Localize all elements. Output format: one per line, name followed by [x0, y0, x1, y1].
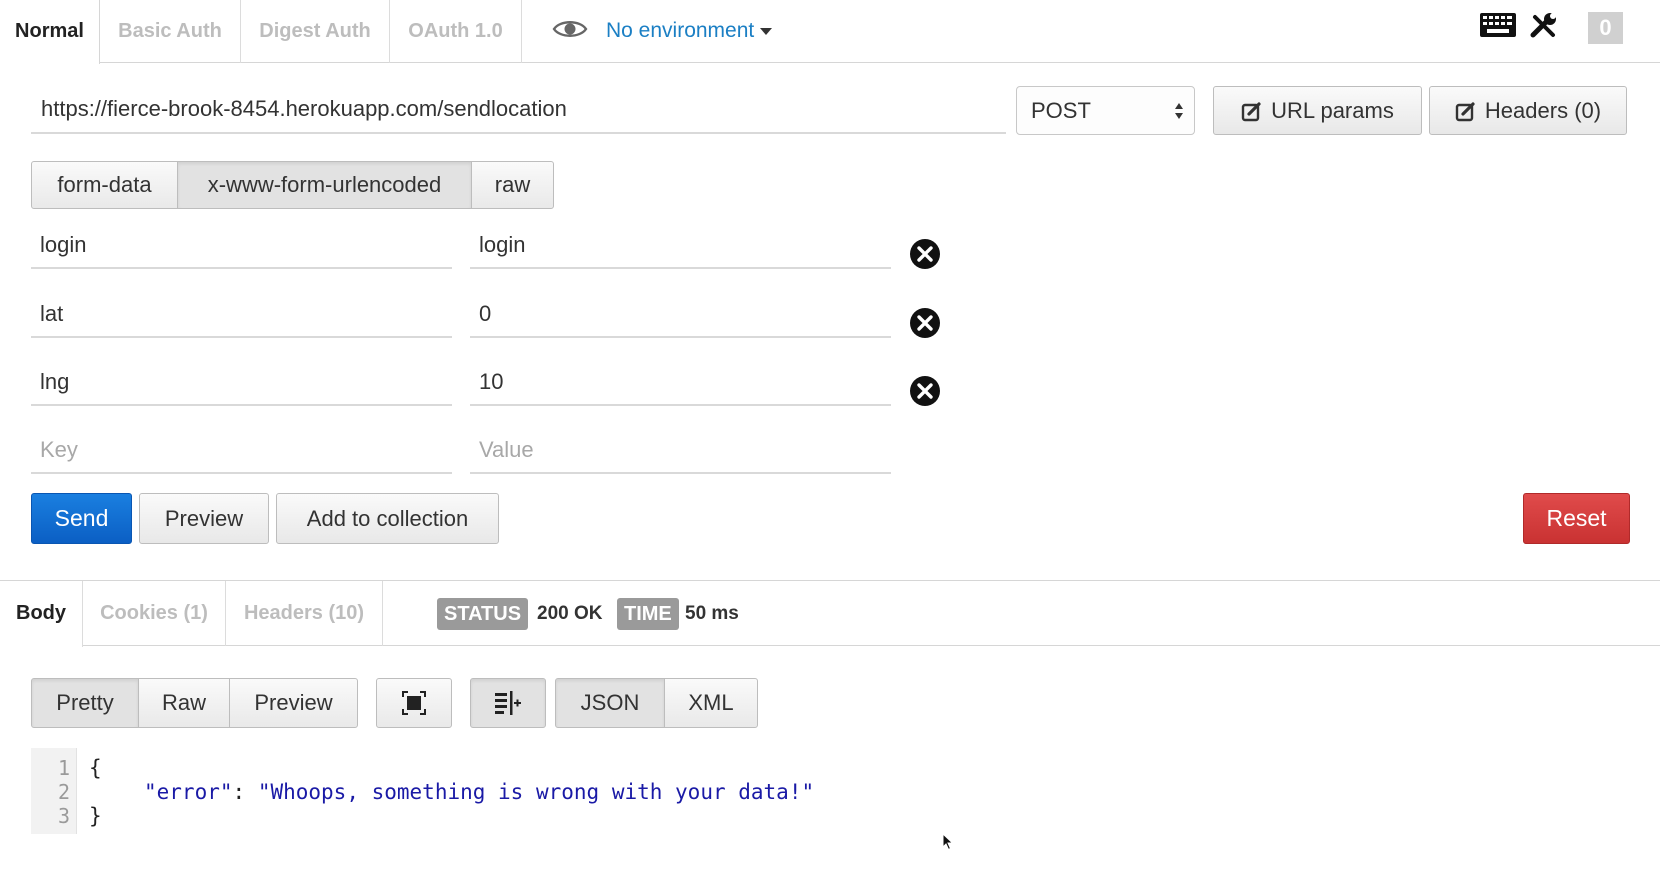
- new-param-key-input[interactable]: Key: [31, 426, 452, 474]
- tab-oauth-1[interactable]: OAuth 1.0: [390, 0, 522, 63]
- add-to-collection-button[interactable]: Add to collection: [276, 493, 499, 544]
- status-label: STATUS: [437, 598, 529, 630]
- body-mode-form-data[interactable]: form-data: [31, 161, 178, 209]
- tab-response-cookies[interactable]: Cookies (1): [83, 581, 226, 646]
- time-value: 50 ms: [685, 603, 739, 624]
- param-value-input[interactable]: 10: [470, 358, 891, 406]
- auth-tab-bar: Normal Basic Auth Digest Auth OAuth 1.0 …: [0, 0, 1660, 64]
- select-arrows-icon: [1175, 103, 1183, 119]
- param-value-input[interactable]: 0: [470, 290, 891, 338]
- headers-label: Headers (0): [1484, 98, 1602, 123]
- line-number-gutter: 1 2 3: [31, 748, 77, 834]
- json-string-value: "Whoops, something is wrong with your da…: [257, 780, 815, 804]
- send-button[interactable]: Send: [31, 493, 132, 544]
- wrap-lines-button[interactable]: [470, 678, 546, 728]
- param-key-input[interactable]: lng: [31, 358, 452, 406]
- code-close-brace: }: [89, 804, 102, 828]
- status-value: 200 OK: [537, 603, 603, 624]
- param-key-input[interactable]: login: [31, 221, 452, 269]
- fullscreen-button[interactable]: [376, 678, 452, 728]
- view-raw[interactable]: Raw: [138, 678, 230, 728]
- tab-digest-auth[interactable]: Digest Auth: [241, 0, 390, 63]
- format-json[interactable]: JSON: [555, 678, 665, 728]
- headers-button[interactable]: Headers (0): [1429, 86, 1627, 135]
- remove-row-icon[interactable]: [909, 238, 941, 270]
- edit-icon: [1455, 102, 1475, 122]
- url-params-label: URL params: [1271, 98, 1394, 123]
- line-number: 1: [57, 756, 70, 780]
- param-value-input[interactable]: login: [470, 221, 891, 269]
- body-mode-urlencoded[interactable]: x-www-form-urlencoded: [177, 161, 472, 209]
- time-label: TIME: [617, 598, 679, 630]
- tab-response-headers[interactable]: Headers (10): [226, 581, 383, 646]
- json-key: "error": [144, 780, 233, 804]
- code-line-error: "error": "Whoops, something is wrong wit…: [144, 780, 814, 804]
- edit-icon: [1241, 102, 1261, 122]
- eye-icon[interactable]: [552, 18, 588, 45]
- remove-row-icon[interactable]: [909, 307, 941, 339]
- tab-normal[interactable]: Normal: [0, 0, 100, 64]
- method-value: POST: [1031, 98, 1091, 123]
- code-open-brace: {: [89, 756, 102, 780]
- mouse-cursor-icon: [942, 833, 954, 851]
- line-number: 3: [57, 804, 70, 828]
- environment-selector[interactable]: No environment: [552, 0, 773, 62]
- remove-row-icon[interactable]: [909, 375, 941, 407]
- view-preview[interactable]: Preview: [229, 678, 358, 728]
- settings-wrench-icon[interactable]: [1529, 11, 1559, 46]
- reset-button[interactable]: Reset: [1523, 493, 1630, 544]
- view-pretty[interactable]: Pretty: [31, 678, 139, 728]
- format-xml[interactable]: XML: [664, 678, 758, 728]
- method-select[interactable]: POST: [1016, 86, 1195, 135]
- json-colon: :: [232, 780, 258, 804]
- tab-response-body[interactable]: Body: [0, 581, 83, 647]
- body-mode-raw[interactable]: raw: [471, 161, 554, 209]
- wrap-lines-icon: [495, 691, 521, 715]
- tab-basic-auth[interactable]: Basic Auth: [100, 0, 241, 63]
- history-count-badge[interactable]: 0: [1588, 12, 1623, 44]
- keyboard-icon[interactable]: [1479, 12, 1517, 43]
- fullscreen-icon: [402, 691, 426, 715]
- chevron-down-icon: [760, 27, 773, 35]
- param-key-input[interactable]: lat: [31, 290, 452, 338]
- url-params-button[interactable]: URL params: [1213, 86, 1422, 135]
- response-tab-bar: Body Cookies (1) Headers (10) STATUS 200…: [0, 580, 1660, 647]
- url-input[interactable]: [31, 86, 1006, 134]
- new-param-value-input[interactable]: Value: [470, 426, 891, 474]
- response-code-view[interactable]: 1 2 3 { "error": "Whoops, something is w…: [31, 748, 931, 834]
- preview-button[interactable]: Preview: [139, 493, 269, 544]
- line-number: 2: [57, 780, 70, 804]
- environment-label[interactable]: No environment: [606, 19, 754, 43]
